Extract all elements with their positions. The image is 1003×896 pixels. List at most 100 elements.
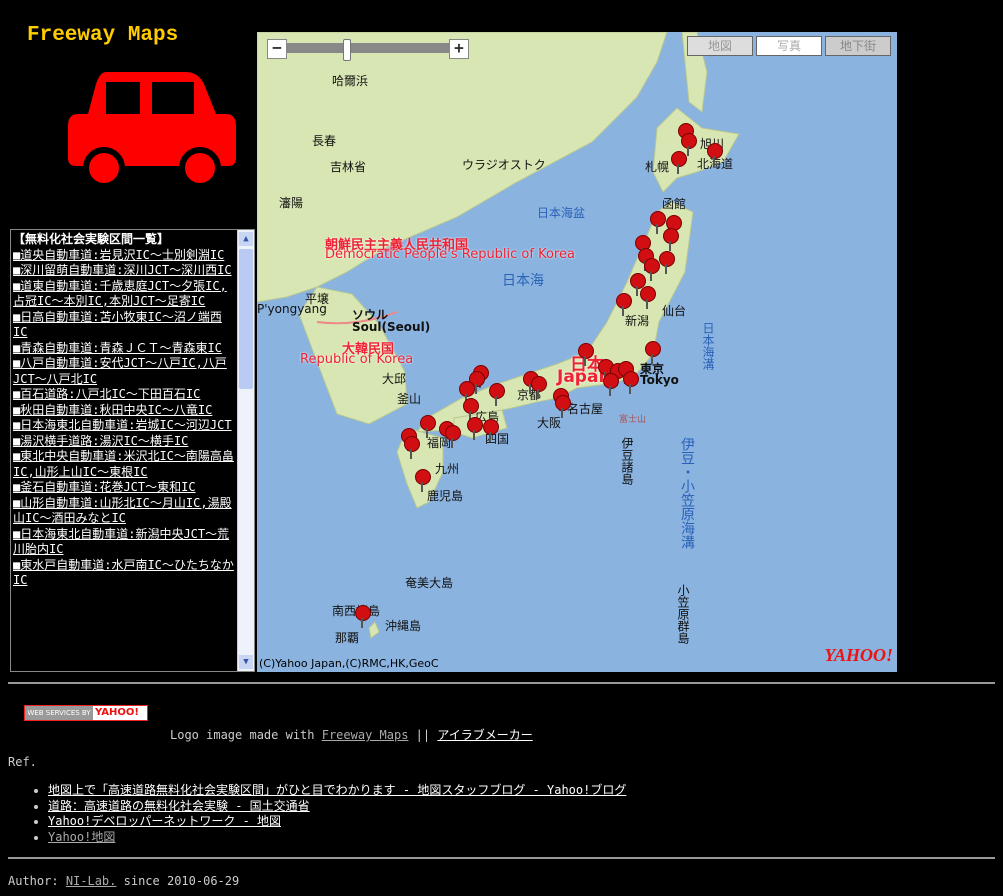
- section-link[interactable]: ■道央自動車道:岩見沢IC～士別剣淵IC: [13, 248, 224, 262]
- map-marker-icon[interactable]: [355, 605, 371, 628]
- map-marker-icon[interactable]: [623, 371, 639, 394]
- ref-link[interactable]: Yahoo!デベロッパーネットワーク - 地図: [48, 814, 281, 828]
- map-marker-icon[interactable]: [578, 343, 594, 366]
- map-label: 大阪: [537, 416, 562, 430]
- zoom-control[interactable]: − +: [267, 39, 469, 61]
- section-link[interactable]: ■釜石自動車道:花巻JCT～東和IC: [13, 480, 196, 494]
- author-link[interactable]: NI-Lab.: [66, 874, 117, 888]
- web-services-by-yahoo-badge[interactable]: WEB SERVICES BY YAHOO!: [24, 705, 148, 721]
- map-label: 新潟: [625, 314, 650, 328]
- map-marker-icon[interactable]: [445, 425, 461, 448]
- map-type-underground-button[interactable]: 地下街: [825, 36, 891, 56]
- scroll-thumb[interactable]: [239, 249, 253, 389]
- list-scrollbar[interactable]: ▲ ▼: [237, 230, 254, 671]
- ref-link[interactable]: 道路：高速道路の無料化社会実験 - 国土交通省: [48, 799, 310, 813]
- list-heading: 【無料化社会実験区間一覧】: [13, 232, 170, 246]
- map-label: 伊豆・小笠原海溝: [679, 437, 695, 549]
- ilove-maker-link[interactable]: アイラブメーカー: [437, 728, 532, 742]
- list-item: Yahoo!地図: [48, 830, 626, 846]
- map-marker-icon[interactable]: [650, 211, 666, 234]
- map-label: 日本海: [502, 273, 544, 289]
- map-marker-icon[interactable]: [489, 383, 505, 406]
- map-marker-icon[interactable]: [681, 133, 697, 156]
- section-link[interactable]: ■青森自動車道:青森ＪＣＴ～青森東IC: [13, 341, 222, 355]
- map-label: Democratic People's Republic of Korea: [325, 247, 575, 262]
- map-label: Soul(Seoul): [352, 320, 431, 334]
- map-label: 日本海盆: [537, 206, 586, 220]
- car-logo-icon: [66, 68, 238, 195]
- map-type-map-button[interactable]: 地図: [687, 36, 753, 56]
- reference-list: 地図上で「高速道路無料化社会実験区間」がひと目でわかります - 地図スタッフブロ…: [30, 783, 626, 845]
- map-marker-icon[interactable]: [404, 436, 420, 459]
- map-label: Republic of Korea: [300, 352, 414, 367]
- badge-text: WEB SERVICES BY: [25, 706, 93, 720]
- map-marker-icon[interactable]: [644, 258, 660, 281]
- section-link[interactable]: ■百石道路:八戸北IC～下田百石IC: [13, 387, 200, 401]
- section-link[interactable]: ■日本海東北自動車道:岩城IC～河辺JCT: [13, 418, 232, 432]
- map-marker-icon[interactable]: [603, 373, 619, 396]
- map-label: 奄美大島: [405, 576, 454, 590]
- map-label: P'yongyang: [257, 302, 327, 316]
- section-link[interactable]: ■道東自動車道:千歳恵庭JCT～夕張IC,占冠IC～本別IC,本別JCT～足寄I…: [13, 279, 227, 309]
- map-label: 仙台: [662, 304, 687, 318]
- map-marker-icon[interactable]: [645, 341, 661, 364]
- section-link[interactable]: ■山形自動車道:山形北IC～月山IC,湯殿山IC～酒田みなとIC: [13, 496, 232, 526]
- map-marker-icon[interactable]: [616, 293, 632, 316]
- map-marker-icon[interactable]: [483, 419, 499, 442]
- map-label: 鹿児島: [427, 489, 464, 503]
- map-marker-icon[interactable]: [663, 228, 679, 251]
- map-label: 富士山: [619, 415, 647, 425]
- ref-label: Ref.: [8, 755, 37, 769]
- author-line: Author: NI-Lab. since 2010-06-29: [8, 874, 239, 888]
- section-link[interactable]: ■日高自動車道:苫小牧東IC～沼ノ端西IC: [13, 310, 222, 340]
- section-link[interactable]: ■日本海東北自動車道:新潟中央JCT～荒川胎内IC: [13, 527, 229, 557]
- credit-text: Logo image made with: [170, 728, 315, 742]
- map-label: 大邱: [382, 372, 407, 386]
- map-marker-icon[interactable]: [707, 143, 723, 166]
- zoom-in-button[interactable]: +: [449, 39, 469, 59]
- map-marker-icon[interactable]: [671, 151, 687, 174]
- divider: [8, 857, 995, 859]
- map-label: 釜山: [397, 392, 422, 406]
- map-copyright: (C)Yahoo Japan,(C)RMC,HK,GeoC: [259, 657, 439, 670]
- divider: [8, 682, 995, 684]
- map-label: 日本海溝: [701, 322, 715, 370]
- list-item: Yahoo!デベロッパーネットワーク - 地図: [48, 814, 626, 830]
- zoom-slider-handle[interactable]: [343, 39, 351, 61]
- map-marker-icon[interactable]: [640, 286, 656, 309]
- section-link[interactable]: ■湯沢横手道路:湯沢IC～横手IC: [13, 434, 188, 448]
- section-link[interactable]: ■東水戸自動車道:水戸南IC～ひたちなかIC: [13, 558, 234, 588]
- map-label: 長春: [312, 134, 337, 148]
- list-item: 地図上で「高速道路無料化社会実験区間」がひと目でわかります - 地図スタッフブロ…: [48, 783, 626, 799]
- section-link[interactable]: ■深川留萌自動車道:深川JCT～深川西IC: [13, 263, 232, 277]
- map-marker-icon[interactable]: [467, 417, 483, 440]
- zoom-out-button[interactable]: −: [267, 39, 287, 59]
- map-marker-icon[interactable]: [555, 395, 571, 418]
- map-marker-icon[interactable]: [420, 415, 436, 438]
- free-section-list[interactable]: 【無料化社会実験区間一覧】 ■道央自動車道:岩見沢IC～士別剣淵IC ■深川留萌自…: [10, 229, 255, 672]
- scroll-down-icon[interactable]: ▼: [239, 655, 253, 669]
- map-type-photo-button[interactable]: 写真: [756, 36, 822, 56]
- map-marker-icon[interactable]: [531, 376, 547, 399]
- map-label: 札幌: [645, 160, 670, 174]
- scroll-up-icon[interactable]: ▲: [239, 232, 253, 246]
- zoom-slider[interactable]: [285, 39, 449, 61]
- logo-credit: Logo image made with Freeway Maps || アイラ…: [170, 726, 533, 743]
- badge-brand: YAHOO!: [95, 707, 139, 718]
- map-marker-icon[interactable]: [463, 398, 479, 421]
- ref-link[interactable]: 地図上で「高速道路無料化社会実験区間」がひと目でわかります - 地図スタッフブロ…: [48, 783, 626, 797]
- freeway-maps-link[interactable]: Freeway Maps: [322, 728, 409, 742]
- section-link[interactable]: ■八戸自動車道:安代JCT～八戸IC,八戸JCT～八戸北IC: [13, 356, 227, 386]
- map-marker-icon[interactable]: [415, 469, 431, 492]
- map-marker-icon[interactable]: [659, 251, 675, 274]
- map-label: 伊豆諸島: [620, 437, 634, 485]
- yahoo-map-logo: YAHOO!: [824, 645, 893, 665]
- ref-link[interactable]: Yahoo!地図: [48, 830, 115, 844]
- map-label: 哈爾浜: [332, 74, 369, 88]
- map-label: 瀋陽: [279, 196, 304, 210]
- map-marker-icon[interactable]: [459, 381, 475, 404]
- section-link[interactable]: ■秋田自動車道:秋田中央IC～八竜IC: [13, 403, 212, 417]
- map-label: 吉林省: [330, 160, 367, 174]
- section-link[interactable]: ■東北中央自動車道:米沢北IC～南陽高畠IC,山形上山IC～東根IC: [13, 449, 234, 479]
- map-view[interactable]: 哈爾浜 長春 吉林省 ウラジオストク 瀋陽 朝鮮民主主義人民共和国 Democr…: [257, 32, 897, 672]
